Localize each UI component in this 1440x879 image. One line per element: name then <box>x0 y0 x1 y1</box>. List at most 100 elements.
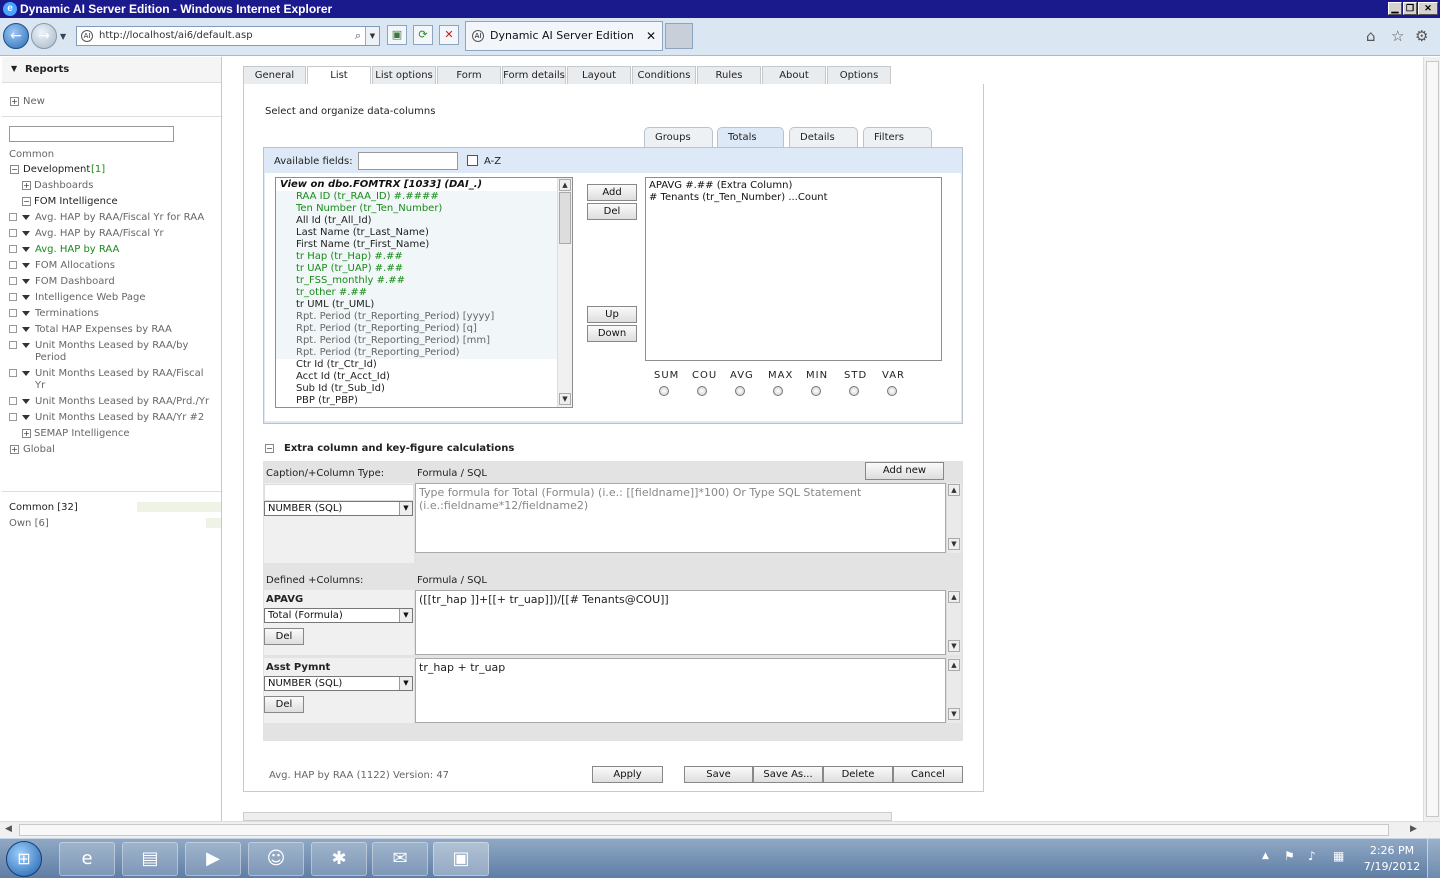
new-column-caption-input[interactable] <box>264 484 414 501</box>
report-checkbox[interactable] <box>9 325 17 333</box>
tab-close-icon[interactable]: ✕ <box>646 22 656 50</box>
report-checkbox[interactable] <box>9 261 17 269</box>
agg-min-radio[interactable] <box>811 386 821 396</box>
global-folder[interactable]: Global <box>23 444 55 455</box>
scroll-right-icon[interactable]: ▶ <box>1410 824 1417 834</box>
report-checkbox[interactable] <box>9 341 17 349</box>
report-checkbox[interactable] <box>9 309 17 317</box>
defined-column-type-select[interactable]: NUMBER (SQL) ▼ <box>264 676 413 691</box>
defined-formula-scrollbar[interactable]: ▲ ▼ <box>946 658 961 723</box>
development-minus-icon[interactable]: − <box>10 165 19 174</box>
tab-form[interactable]: Form <box>437 66 501 85</box>
tab-options[interactable]: Options <box>827 66 891 85</box>
horizontal-scroll-thumb[interactable] <box>19 824 1389 836</box>
restore-button[interactable]: ❐ <box>1403 2 1417 15</box>
fom-intelligence-minus-icon[interactable]: − <box>22 197 31 206</box>
address-dropdown-icon[interactable]: ▼ <box>365 27 379 45</box>
delete-column-button[interactable]: Del <box>264 696 304 713</box>
report-menu-arrow-icon[interactable] <box>22 327 30 332</box>
field-item[interactable]: Rpt. Period (tr_Reporting_Period) [q] <box>296 323 477 335</box>
field-item[interactable]: PBP (tr_PBP) <box>296 395 358 407</box>
home-icon[interactable]: ⌂ <box>1366 27 1376 45</box>
scroll-up-icon[interactable]: ▲ <box>948 659 960 671</box>
minimize-button[interactable]: ▁ <box>1388 2 1402 15</box>
field-item[interactable]: tr UAP (tr_UAP) #.## <box>296 263 403 275</box>
report-menu-arrow-icon[interactable] <box>22 311 30 316</box>
new-formula-scrollbar[interactable]: ▲ ▼ <box>946 483 961 553</box>
report-item[interactable]: Unit Months Leased by RAA/Fiscal <box>35 368 204 379</box>
report-checkbox[interactable] <box>9 245 17 253</box>
delete-report-button[interactable]: Delete <box>823 766 893 783</box>
report-menu-arrow-icon[interactable] <box>22 295 30 300</box>
defined-column-type-select[interactable]: Total (Formula) ▼ <box>264 608 413 623</box>
scroll-up-icon[interactable]: ▲ <box>559 179 571 191</box>
scroll-down-icon[interactable]: ▼ <box>948 708 960 720</box>
new-formula-textarea[interactable]: Type formula for Total (Formula) (i.e.: … <box>415 483 946 553</box>
defined-column-name[interactable]: Asst Pymnt <box>266 662 330 673</box>
dropdown-arrow-icon[interactable]: ▼ <box>399 609 412 622</box>
scroll-left-icon[interactable]: ◀ <box>5 824 12 834</box>
refresh-icon[interactable]: ⟳ <box>413 25 433 45</box>
tools-gear-icon[interactable]: ⚙ <box>1415 27 1428 45</box>
taskbar-ie-icon[interactable]: e <box>59 842 115 876</box>
agg-avg-radio[interactable] <box>735 386 745 396</box>
field-item[interactable]: tr_FSS_monthly #.## <box>296 275 405 287</box>
dropdown-arrow-icon[interactable]: ▼ <box>399 502 412 515</box>
show-desktop-button[interactable] <box>1427 839 1440 879</box>
field-list-scrollbar[interactable]: ▲ ▼ <box>557 178 572 407</box>
selected-totals-list[interactable]: APAVG #.## (Extra Column) # Tenants (tr_… <box>645 177 942 361</box>
taskbar-messenger-icon[interactable]: ☺ <box>248 842 304 876</box>
report-menu-arrow-icon[interactable] <box>22 263 30 268</box>
report-checkbox[interactable] <box>9 213 17 221</box>
report-menu-arrow-icon[interactable] <box>22 231 30 236</box>
semap-plus-icon[interactable]: + <box>22 429 31 438</box>
sidebar-header[interactable]: ▼ Reports <box>2 57 221 83</box>
agg-var-radio[interactable] <box>887 386 897 396</box>
tab-general[interactable]: General <box>243 66 306 85</box>
report-menu-arrow-icon[interactable] <box>22 247 30 252</box>
page-horizontal-scrollbar[interactable]: ◀ ▶ <box>0 821 1440 838</box>
new-report-link[interactable]: New <box>23 96 45 107</box>
tab-rules[interactable]: Rules <box>697 66 761 85</box>
field-item[interactable]: tr Hap (tr_Hap) #.## <box>296 251 403 263</box>
close-window-button[interactable]: ✕ <box>1418 2 1438 15</box>
compatibility-view-icon[interactable]: ▣ <box>387 25 407 45</box>
report-checkbox[interactable] <box>9 413 17 421</box>
agg-sum-radio[interactable] <box>659 386 669 396</box>
agg-count-radio[interactable] <box>697 386 707 396</box>
semap-folder[interactable]: SEMAP Intelligence <box>34 428 130 439</box>
tab-list-options[interactable]: List options <box>372 66 436 85</box>
subtab-filters[interactable]: Filters <box>863 127 932 147</box>
report-item[interactable]: Intelligence Web Page <box>35 292 146 303</box>
report-checkbox[interactable] <box>9 277 17 285</box>
scroll-down-icon[interactable]: ▼ <box>559 393 571 405</box>
save-button[interactable]: Save <box>684 766 753 783</box>
taskbar-media-player-icon[interactable]: ▶ <box>185 842 241 876</box>
back-button[interactable]: ← <box>3 23 29 49</box>
start-button-icon[interactable]: ⊞ <box>6 841 42 877</box>
report-menu-arrow-icon[interactable] <box>22 415 30 420</box>
selected-item[interactable]: APAVG #.## (Extra Column) <box>649 180 792 192</box>
field-item[interactable]: First Name (tr_First_Name) <box>296 239 429 251</box>
field-item[interactable]: All Id (tr_All_Id) <box>296 215 372 227</box>
show-hidden-icons-icon[interactable]: ▲ <box>1262 851 1269 861</box>
defined-formula-scrollbar[interactable]: ▲ ▼ <box>946 590 961 655</box>
network-icon[interactable]: ▦ <box>1333 849 1344 863</box>
available-fields-filter-input[interactable] <box>358 152 458 170</box>
clock-time[interactable]: 2:26 PM <box>1362 844 1422 857</box>
report-menu-arrow-icon[interactable] <box>22 343 30 348</box>
report-menu-arrow-icon[interactable] <box>22 279 30 284</box>
report-item[interactable]: Avg. HAP by RAA/Fiscal Yr <box>35 228 164 239</box>
field-item[interactable]: Sub Id (tr_Sub_Id) <box>296 383 385 395</box>
move-down-button[interactable]: Down <box>587 325 637 342</box>
dropdown-arrow-icon[interactable]: ▼ <box>399 677 412 690</box>
scroll-down-icon[interactable]: ▼ <box>948 538 960 550</box>
field-item[interactable]: Last Name (tr_Last_Name) <box>296 227 429 239</box>
tab-layout[interactable]: Layout <box>567 66 631 85</box>
agg-max-radio[interactable] <box>773 386 783 396</box>
extra-section-collapse-icon[interactable]: − <box>265 444 274 453</box>
dashboards-folder[interactable]: Dashboards <box>34 180 93 191</box>
defined-formula-textarea[interactable]: tr_hap + tr_uap <box>415 658 946 723</box>
taskbar-password-icon[interactable]: ✱ <box>311 842 367 876</box>
page-vertical-scrollbar[interactable] <box>1423 57 1440 821</box>
